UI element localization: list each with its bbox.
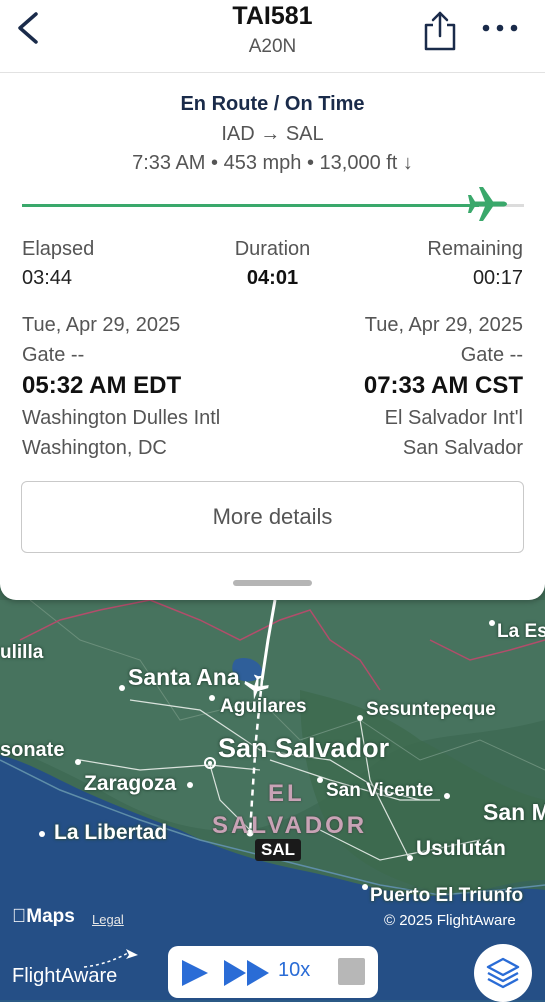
flight-status: En Route / On Time [180,93,365,115]
arrival-gate: Gate -- [460,344,523,366]
flight-metrics: 7:33 AM • 453 mph • 13,000 ft ↓ [132,152,413,174]
apple-logo-icon:  [12,906,26,927]
legal-link[interactable]: Legal [92,912,124,927]
map-label-country: EL [268,780,305,807]
departure-gate: Gate -- [22,344,85,366]
map-label-city: La Libertad [54,821,168,844]
apple-maps-logo: Maps [12,906,75,927]
flightaware-plane-icon [83,949,138,968]
map-layers-button[interactable] [474,944,532,1002]
departure-date: Tue, Apr 29, 2025 [22,314,181,336]
aircraft-type: A20N [248,36,297,57]
map-label-town: Sesuntepeque [366,699,496,720]
map-label-town: Aguilares [220,696,307,717]
flight-progress-fill [22,204,479,207]
arrival-date: Tue, Apr 29, 2025 [364,314,523,336]
map-label-town: San Vicente [326,780,434,801]
map-label-city: Zaragoza [84,772,177,795]
share-icon[interactable] [420,10,460,52]
copyright-text: © 2025 FlightAware [384,912,516,929]
map-label-country: SALVADOR [212,812,368,839]
arrival-time: 07:33 AM CST [363,372,523,399]
layers-icon [486,957,520,989]
airplane-icon [467,187,507,221]
airport-code-label: SAL [255,839,301,861]
duration-value: 04:01 [246,267,299,289]
fast-forward-icon[interactable] [223,959,271,987]
flightaware-logo: FlightAware [12,949,138,988]
more-details-button[interactable]: More details [21,481,524,553]
remaining-label: Remaining [427,238,523,260]
sheet-drag-handle[interactable] [233,580,312,586]
departure-city: Washington, DC [22,437,167,459]
arrival-airport[interactable]: El Salvador Int'l [385,407,523,430]
navigation-header: TAI581 A20N [0,0,545,73]
playback-controls: 10x [168,946,378,998]
departure-time: 05:32 AM EDT [22,372,182,399]
map-label-city: Usulután [416,837,506,860]
map-label-city: San M [483,799,545,825]
map-label-town: sonate [0,739,65,761]
play-icon[interactable] [180,959,210,987]
more-options-icon[interactable] [480,16,520,40]
flight-progress-bar [22,204,524,207]
flight-route: IAD → SAL [221,123,324,145]
playback-speed[interactable]: 10x [278,959,310,982]
map-label-capital: San Salvador [218,733,390,763]
map-label-city: Santa Ana [128,664,240,690]
stop-button[interactable] [338,958,365,985]
departure-airport[interactable]: Washington Dulles Intl [22,407,220,430]
remaining-value: 00:17 [472,267,523,289]
arrival-city: San Salvador [402,437,523,459]
map-label-town: Puerto El Triunfo [370,885,524,906]
flight-details-card: En Route / On Time IAD → SAL 7:33 AM • 4… [0,72,545,600]
map-label-town: La Es [497,621,545,642]
map-label-town: ulilla [0,642,44,663]
flight-number-title: TAI581 [232,2,313,30]
